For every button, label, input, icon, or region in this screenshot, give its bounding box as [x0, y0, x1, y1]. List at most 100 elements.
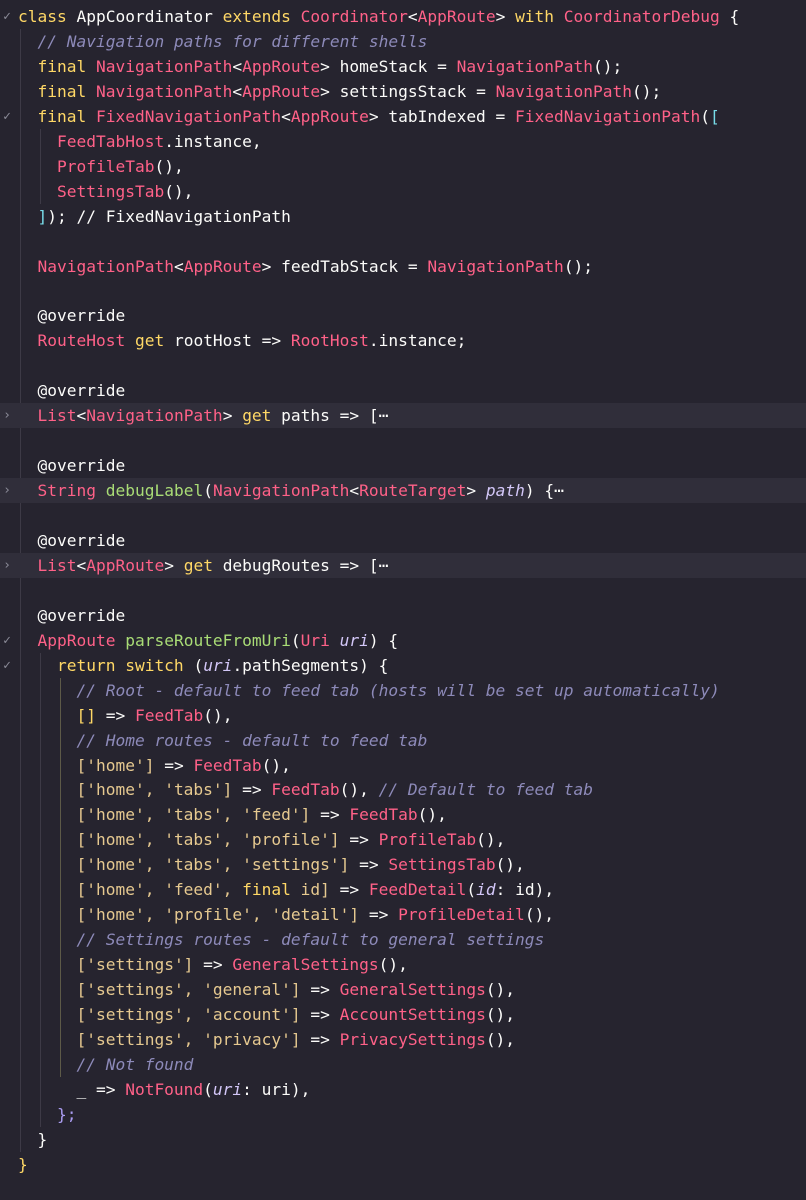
fold-expand-icon[interactable]: ›: [0, 403, 14, 428]
fold-expand-icon[interactable]: ›: [0, 478, 14, 503]
code-line[interactable]: ['home', 'profile', 'detail'] => Profile…: [0, 902, 806, 927]
code-token: ();: [593, 56, 623, 76]
code-line[interactable]: ['home'] => FeedTab(),: [0, 753, 806, 778]
code-token: ['home', 'tabs', 'profile']: [76, 830, 340, 850]
code-line[interactable]: FeedTabHost.instance,: [0, 129, 806, 154]
code-line[interactable]: ['settings', 'general'] => GeneralSettin…: [0, 977, 806, 1002]
code-line[interactable]: [0, 278, 806, 303]
code-line[interactable]: › List<NavigationPath> get paths => [⋯: [0, 403, 806, 429]
code-line[interactable]: ProfileTab(),: [0, 154, 806, 179]
code-line[interactable]: ['home', 'tabs', 'profile'] => ProfileTa…: [0, 827, 806, 852]
code-token: ⋯: [378, 406, 389, 426]
code-line[interactable]: › List<AppRoute> get debugRoutes => [⋯: [0, 552, 806, 578]
code-line[interactable]: [] => FeedTab(),: [0, 703, 806, 728]
code-line[interactable]: ✓ AppRoute parseRouteFromUri(Uri uri) {: [0, 628, 806, 653]
code-line[interactable]: ['home', 'tabs', 'settings'] => Settings…: [0, 852, 806, 877]
code-line[interactable]: // Navigation paths for different shells: [0, 29, 806, 54]
code-line[interactable]: › String debugLabel(NavigationPath<Route…: [0, 478, 806, 504]
code-line[interactable]: ✓ return switch (uri.pathSegments) {: [0, 653, 806, 678]
code-token: return switch: [18, 655, 194, 675]
code-line[interactable]: // Settings routes - default to general …: [0, 927, 806, 952]
code-token: AppRoute: [417, 7, 496, 26]
code-token: >: [466, 481, 486, 501]
code-line[interactable]: [0, 229, 806, 254]
fold-collapse-icon[interactable]: ✓: [0, 104, 14, 129]
code-line[interactable]: @override: [0, 303, 806, 328]
code-token: get: [242, 406, 282, 426]
code-line[interactable]: [0, 428, 806, 453]
code-line[interactable]: NavigationPath<AppRoute> feedTabStack = …: [0, 254, 806, 279]
code-line[interactable]: // Not found: [0, 1052, 806, 1077]
code-token: uri: [203, 655, 233, 675]
code-token: : uri),: [242, 1079, 311, 1099]
code-line[interactable]: }: [0, 1127, 806, 1152]
code-text: // Navigation paths for different shells: [18, 29, 427, 54]
code-token: ) {: [368, 630, 399, 650]
code-text: ['settings', 'general'] => GeneralSettin…: [18, 977, 515, 1002]
code-line[interactable]: ✓ final FixedNavigationPath<AppRoute> ta…: [0, 104, 806, 129]
code-token: =>: [300, 1005, 340, 1024]
code-line[interactable]: ]); // FixedNavigationPath: [0, 204, 806, 229]
code-line[interactable]: ['settings', 'account'] => AccountSettin…: [0, 1002, 806, 1027]
code-token: <: [76, 406, 87, 426]
code-token: (),: [476, 830, 506, 850]
fold-collapse-icon[interactable]: ✓: [0, 653, 14, 678]
code-line[interactable]: ['home', 'tabs', 'feed'] => FeedTab(),: [0, 802, 806, 827]
code-line[interactable]: _ => NotFound(uri: uri),: [0, 1077, 806, 1102]
code-text: ProfileTab(),: [18, 154, 184, 179]
code-line[interactable]: @override: [0, 528, 806, 553]
code-text: @override: [18, 303, 125, 328]
code-token: ProfileDetail: [398, 905, 525, 925]
code-line[interactable]: @override: [0, 453, 806, 478]
code-line[interactable]: @override: [0, 378, 806, 403]
code-line[interactable]: // Home routes - default to feed tab: [0, 728, 806, 753]
code-line[interactable]: [0, 578, 806, 603]
code-token: @override: [18, 530, 126, 550]
code-line[interactable]: ✓ class AppCoordinator extends Coordinato…: [0, 4, 806, 29]
code-text: };: [18, 1102, 77, 1127]
fold-collapse-icon[interactable]: ✓: [0, 628, 14, 653]
code-line[interactable]: ['settings', 'privacy'] => PrivacySettin…: [0, 1027, 806, 1052]
code-token: <: [232, 56, 243, 76]
code-token: <: [76, 555, 87, 575]
code-token: AccountSettings: [339, 1005, 486, 1024]
code-token: =>: [154, 755, 194, 775]
code-line[interactable]: final NavigationPath<AppRoute> homeStack…: [0, 54, 806, 79]
code-token: FeedDetail: [368, 880, 467, 900]
fold-expand-icon[interactable]: ›: [0, 553, 14, 578]
code-line[interactable]: [0, 503, 806, 528]
code-line[interactable]: // Root - default to feed tab (hosts wil…: [0, 678, 806, 703]
code-line[interactable]: ['home', 'feed', final id] => FeedDetail…: [0, 877, 806, 902]
code-line[interactable]: ['settings'] => GeneralSettings(),: [0, 952, 806, 977]
code-text: List<AppRoute> get debugRoutes => [⋯: [18, 553, 389, 578]
fold-collapse-icon[interactable]: ✓: [0, 4, 14, 29]
code-token: debugRoutes => [: [222, 555, 379, 575]
code-text: final NavigationPath<AppRoute> settingsS…: [18, 79, 661, 104]
code-token: >: [222, 406, 243, 426]
code-token: >: [495, 7, 516, 26]
code-line[interactable]: final NavigationPath<AppRoute> settingsS…: [0, 79, 806, 104]
code-token: @override: [18, 306, 126, 326]
code-line[interactable]: @override: [0, 603, 806, 628]
code-line[interactable]: }: [0, 1152, 806, 1177]
code-text: // Home routes - default to feed tab: [18, 728, 427, 753]
code-token: AppRoute: [183, 256, 262, 276]
code-token: > settingsStack =: [320, 81, 496, 101]
code-editor[interactable]: ✓ class AppCoordinator extends Coordinato…: [0, 0, 806, 1200]
code-token: AppRoute: [242, 56, 321, 76]
code-token: (: [203, 1079, 213, 1099]
code-line[interactable]: RouteHost get rootHost => RootHost.insta…: [0, 328, 806, 353]
code-token: (),: [154, 156, 184, 176]
code-line[interactable]: [0, 353, 806, 378]
code-line[interactable]: };: [0, 1102, 806, 1127]
code-line[interactable]: ['home', 'tabs'] => FeedTab(), // Defaul…: [0, 777, 806, 802]
code-token: {: [719, 7, 740, 26]
code-text: ['home', 'tabs', 'settings'] => Settings…: [18, 852, 524, 877]
code-token: }: [18, 1154, 28, 1174]
code-token: > tabIndexed =: [368, 106, 516, 126]
code-line[interactable]: SettingsTab(),: [0, 179, 806, 204]
